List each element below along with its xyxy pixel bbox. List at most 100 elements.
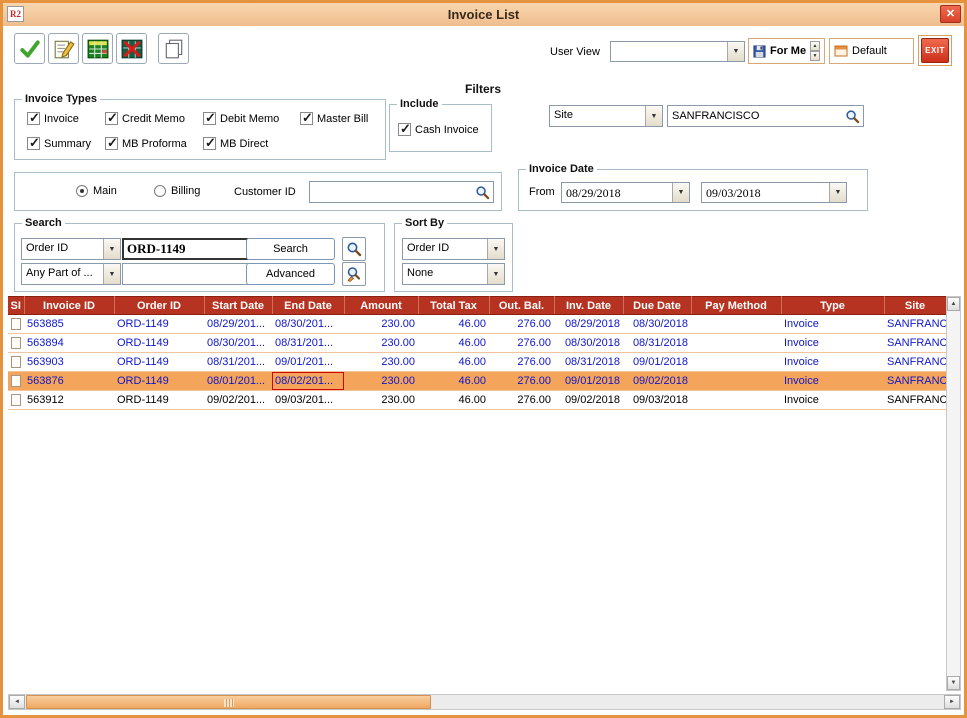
checkbox-box[interactable] — [300, 112, 313, 125]
radio-circle[interactable] — [76, 185, 88, 197]
search-field1-combo[interactable]: Order ID ▼ — [21, 238, 121, 260]
advanced-button[interactable]: Advanced — [246, 263, 335, 285]
for-me-button[interactable]: For Me ▲▼ — [748, 38, 825, 64]
chevron-down-icon[interactable]: ▼ — [103, 239, 120, 259]
si-cell[interactable] — [8, 353, 24, 372]
close-button[interactable]: ✕ — [940, 5, 961, 23]
void-invoice-button[interactable] — [116, 33, 147, 64]
invoice-date-from[interactable]: 08/29/2018 ▼ — [561, 182, 690, 203]
checkbox-invoice[interactable]: Invoice — [27, 112, 79, 125]
checkbox-summary[interactable]: Summary — [27, 137, 91, 150]
chevron-down-icon[interactable]: ▼ — [103, 264, 120, 284]
sort-secondary-combo[interactable]: None ▼ — [402, 263, 505, 285]
checkbox-master-bill[interactable]: Master Bill — [300, 112, 368, 125]
col-site[interactable]: Site — [884, 297, 946, 315]
title-bar[interactable]: R2 Invoice List ✕ — [3, 3, 964, 26]
scroll-down-button[interactable]: ▼ — [947, 676, 960, 690]
row-select-icon[interactable] — [11, 337, 21, 349]
col-order-id[interactable]: Order ID — [114, 297, 204, 315]
scrollbar-thumb[interactable] — [26, 695, 431, 709]
cell-end-date: 09/01/201... — [272, 353, 344, 372]
col-type[interactable]: Type — [781, 297, 884, 315]
checkbox-cash-invoice[interactable]: Cash Invoice — [398, 123, 479, 136]
checkbox-box[interactable] — [27, 137, 40, 150]
si-cell[interactable] — [8, 372, 24, 391]
checkbox-debit-memo[interactable]: Debit Memo — [203, 112, 279, 125]
search-icon-button[interactable] — [342, 237, 366, 261]
row-select-icon[interactable] — [11, 375, 21, 387]
copy-button[interactable] — [158, 33, 189, 64]
search-icon[interactable] — [475, 185, 493, 200]
scrollbar-track[interactable] — [25, 695, 944, 709]
advanced-search-icon-button[interactable] — [342, 262, 366, 286]
invoice-date-to[interactable]: 09/03/2018 ▼ — [701, 182, 847, 203]
si-cell[interactable] — [8, 334, 24, 353]
checkbox-box[interactable] — [203, 112, 216, 125]
exit-button[interactable]: EXIT — [918, 35, 952, 66]
approve-button[interactable] — [14, 33, 45, 64]
row-select-icon[interactable] — [11, 394, 21, 406]
checkbox-box[interactable] — [105, 137, 118, 150]
checkbox-mb-direct[interactable]: MB Direct — [203, 137, 268, 150]
for-me-spinner[interactable]: ▲▼ — [810, 41, 820, 61]
table-row[interactable]: 563903 ORD-1149 08/31/201... 09/01/201..… — [8, 353, 946, 372]
checkbox-box[interactable] — [27, 112, 40, 125]
cell-out-bal: 276.00 — [489, 334, 554, 353]
checkbox-box[interactable] — [105, 112, 118, 125]
cell-total-tax: 46.00 — [418, 391, 489, 410]
search-icon[interactable] — [845, 109, 863, 124]
table-row-selected[interactable]: 563876 ORD-1149 08/01/201... 08/02/201..… — [8, 372, 946, 391]
vertical-scrollbar[interactable]: ▲ ▼ — [946, 296, 961, 691]
chevron-down-icon[interactable]: ▼ — [672, 183, 689, 202]
chevron-down-icon[interactable]: ▼ — [645, 106, 662, 126]
spin-up-icon[interactable]: ▲ — [810, 41, 820, 51]
checkbox-box[interactable] — [398, 123, 411, 136]
scroll-up-button[interactable]: ▲ — [947, 297, 960, 311]
radio-main[interactable]: Main — [76, 185, 117, 197]
spin-down-icon[interactable]: ▼ — [810, 51, 820, 61]
table-row[interactable]: 563885 ORD-1149 08/29/201... 08/30/201..… — [8, 315, 946, 334]
chevron-down-icon[interactable]: ▼ — [829, 183, 846, 202]
row-select-icon[interactable] — [11, 318, 21, 330]
sort-primary-combo[interactable]: Order ID ▼ — [402, 238, 505, 260]
col-end-date[interactable]: End Date — [272, 297, 344, 315]
chevron-down-icon[interactable]: ▼ — [487, 264, 504, 284]
checkbox-credit-memo[interactable]: Credit Memo — [105, 112, 185, 125]
horizontal-scrollbar[interactable]: ◄ ► — [8, 694, 961, 710]
table-row[interactable]: 563912 ORD-1149 09/02/201... 09/03/201..… — [8, 391, 946, 410]
site-field-combo[interactable]: Site ▼ — [549, 105, 663, 127]
invoice-grid-button[interactable] — [82, 33, 113, 64]
search-value-input[interactable] — [122, 238, 248, 260]
default-view-button[interactable]: Default — [829, 38, 914, 64]
si-cell[interactable] — [8, 315, 24, 334]
edit-button[interactable] — [48, 33, 79, 64]
chevron-down-icon[interactable]: ▼ — [727, 42, 744, 61]
checkbox-box[interactable] — [203, 137, 216, 150]
row-select-icon[interactable] — [11, 356, 21, 368]
scroll-left-button[interactable]: ◄ — [9, 695, 25, 709]
col-total-tax[interactable]: Total Tax — [418, 297, 489, 315]
search-field2-combo[interactable]: Any Part of ... ▼ — [21, 263, 121, 285]
col-inv-date[interactable]: Inv. Date — [554, 297, 623, 315]
si-cell[interactable] — [8, 391, 24, 410]
checkbox-mb-proforma[interactable]: MB Proforma — [105, 137, 187, 150]
col-out-bal[interactable]: Out. Bal. — [489, 297, 554, 315]
col-pay-method[interactable]: Pay Method — [691, 297, 781, 315]
scroll-right-button[interactable]: ► — [944, 695, 960, 709]
col-due-date[interactable]: Due Date — [623, 297, 691, 315]
customer-id-field[interactable] — [309, 181, 494, 203]
green-check-icon — [19, 38, 41, 60]
col-start-date[interactable]: Start Date — [204, 297, 272, 315]
chevron-down-icon[interactable]: ▼ — [487, 239, 504, 259]
search-value2-input[interactable] — [122, 263, 248, 285]
col-amount[interactable]: Amount — [344, 297, 418, 315]
table-row[interactable]: 563894 ORD-1149 08/30/201... 08/31/201..… — [8, 334, 946, 353]
col-invoice-id[interactable]: Invoice ID — [24, 297, 114, 315]
radio-billing[interactable]: Billing — [154, 185, 200, 197]
user-view-combo[interactable]: ▼ — [610, 41, 745, 62]
col-si[interactable]: SI — [8, 297, 24, 315]
default-view-icon — [834, 44, 848, 58]
site-search-field[interactable]: SANFRANCISCO — [667, 105, 864, 127]
search-button[interactable]: Search — [246, 238, 335, 260]
radio-circle[interactable] — [154, 185, 166, 197]
